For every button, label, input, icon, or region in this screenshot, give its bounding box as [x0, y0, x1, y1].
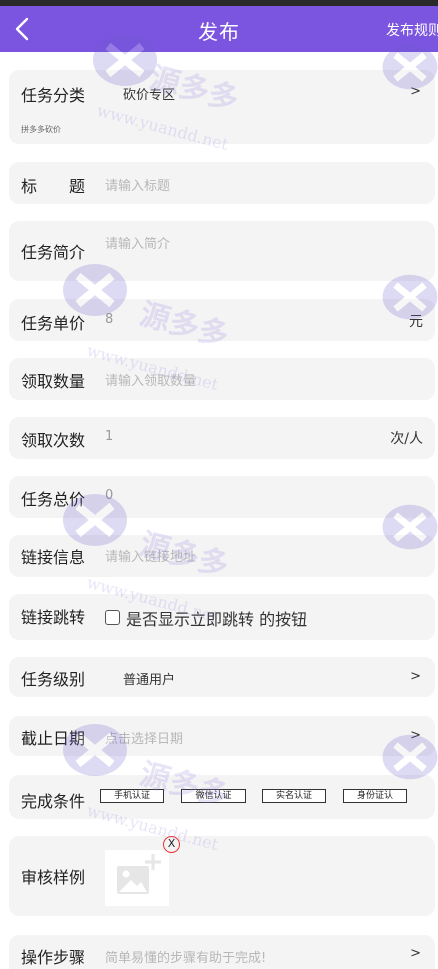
sample-label: 审核样例 — [21, 868, 86, 887]
deadline-row[interactable]: 截止日期 点击选择日期 > — [9, 716, 435, 756]
unit-price-input[interactable]: 8 — [105, 312, 113, 327]
jump-label: 链接跳转 — [21, 608, 86, 627]
title-row: 标 题 请输入标题 — [9, 162, 435, 204]
chevron-right-icon: > — [410, 84, 421, 99]
deadline-label: 截止日期 — [21, 729, 86, 748]
conditions-label: 完成条件 — [21, 792, 86, 811]
intro-input[interactable]: 请输入简介 — [105, 233, 170, 252]
jump-checkbox-label[interactable]: 是否显示立即跳转 的按钮 — [126, 606, 307, 630]
steps-input[interactable]: 简单易懂的步骤有助于完成! — [105, 947, 266, 966]
condition-realname-button[interactable]: 实名认证 — [262, 789, 326, 803]
category-sub-value: 拼多多砍价 — [21, 125, 61, 134]
times-row: 领取次数 1 次/人 — [9, 417, 435, 459]
unit-price-label: 任务单价 — [21, 314, 86, 333]
total-label: 任务总价 — [21, 490, 86, 509]
deadline-input[interactable]: 点击选择日期 — [105, 728, 183, 747]
intro-label: 任务简介 — [21, 243, 86, 262]
unit-price-row: 任务单价 8 元 — [9, 299, 435, 341]
link-label: 链接信息 — [21, 548, 86, 567]
intro-row: 任务简介 请输入简介 — [9, 221, 435, 281]
link-input[interactable]: 请输入链接地址 — [105, 546, 196, 565]
condition-wechat-button[interactable]: 微信认证 — [181, 789, 246, 803]
category-value: 砍价专区 — [123, 88, 176, 103]
jump-row: 链接跳转 是否显示立即跳转 的按钮 — [9, 594, 435, 640]
unit-price-unit: 元 — [409, 314, 423, 330]
total-row: 任务总价 0 — [9, 476, 435, 518]
level-label: 任务级别 — [21, 670, 86, 689]
condition-idcard-button[interactable]: 身份证认 — [343, 789, 407, 803]
link-row: 链接信息 请输入链接地址 — [9, 535, 435, 577]
quantity-label: 领取数量 — [21, 372, 86, 391]
total-value: 0 — [105, 488, 114, 503]
conditions-row: 完成条件 手机认证 微信认证 实名认证 身份证认 — [9, 775, 435, 819]
chevron-right-icon: > — [410, 669, 421, 684]
title-label: 标 题 — [21, 177, 86, 196]
times-input[interactable]: 1 — [105, 429, 113, 444]
quantity-input[interactable]: 请输入领取数量 — [105, 370, 196, 389]
steps-row[interactable]: 操作步骤 简单易懂的步骤有助于完成! > — [9, 935, 435, 969]
times-label: 领取次数 — [21, 431, 86, 450]
page-title: 发布 — [198, 20, 240, 44]
category-label: 任务分类 — [21, 86, 86, 105]
upload-image-icon[interactable] — [105, 850, 169, 906]
publish-rules-link[interactable]: 发布规则 — [386, 20, 438, 40]
level-row[interactable]: 任务级别 普通用户 > — [9, 657, 435, 697]
chevron-right-icon: > — [410, 728, 421, 743]
category-row[interactable]: 任务分类 砍价专区 > 拼多多砍价 — [9, 70, 435, 144]
condition-phone-button[interactable]: 手机认证 — [100, 789, 164, 803]
quantity-row: 领取数量 请输入领取数量 — [9, 358, 435, 400]
title-input[interactable]: 请输入标题 — [105, 175, 170, 194]
sample-row: 审核样例 X — [9, 836, 435, 916]
times-unit: 次/人 — [390, 431, 423, 447]
jump-checkbox[interactable] — [105, 610, 120, 625]
steps-label: 操作步骤 — [21, 948, 86, 967]
chevron-right-icon: > — [410, 946, 421, 961]
delete-image-icon[interactable]: X — [163, 836, 180, 853]
nav-bar: 发布 发布规则 — [0, 6, 438, 52]
level-value: 普通用户 — [123, 673, 176, 688]
